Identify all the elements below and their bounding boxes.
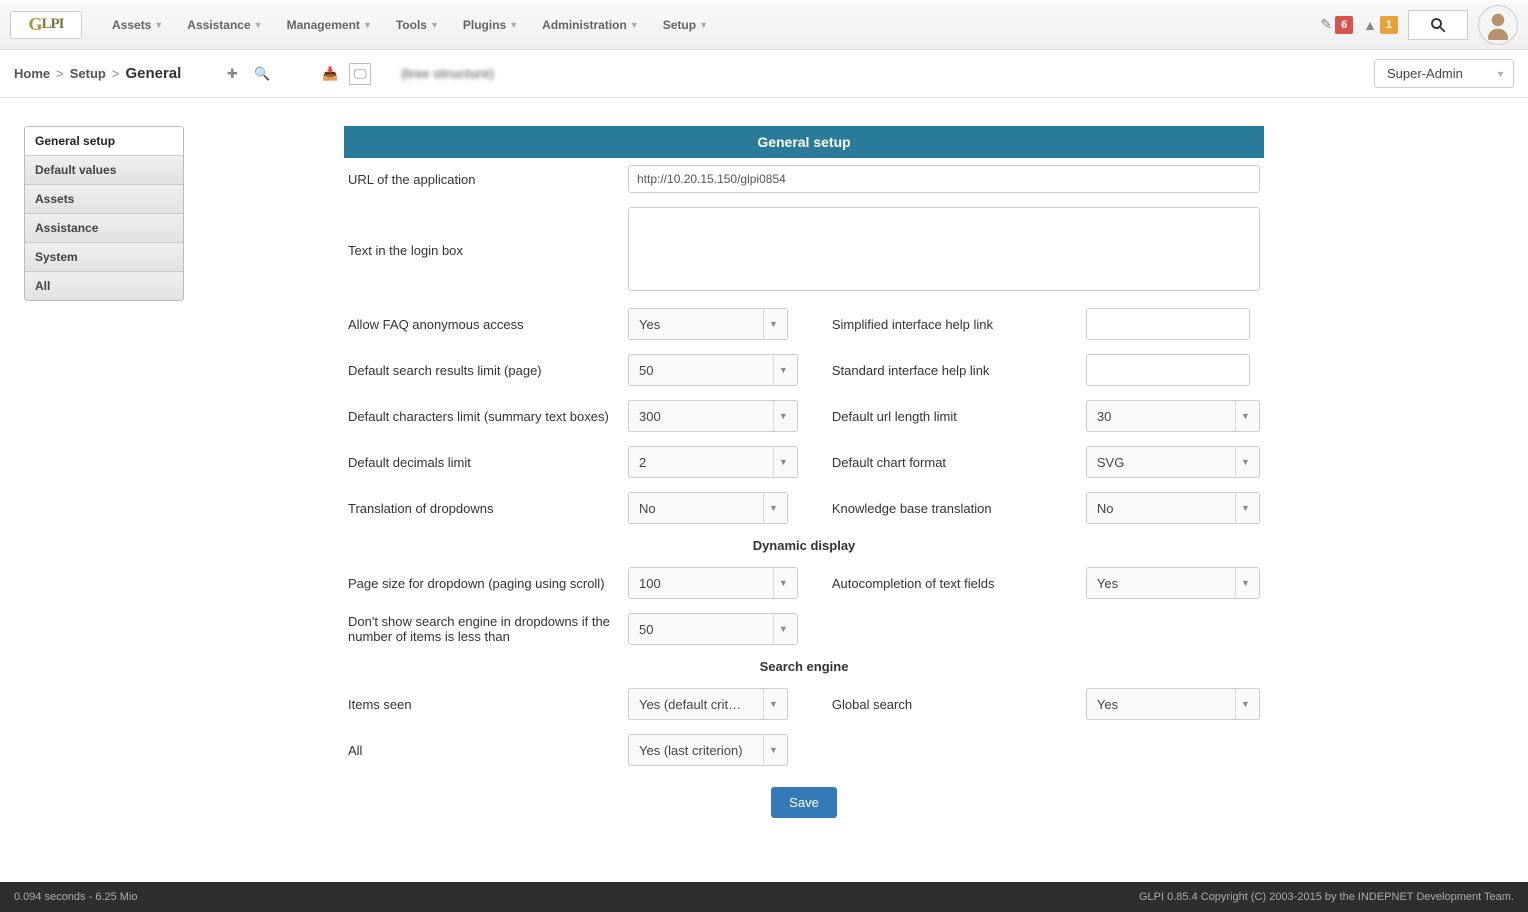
notification-badge-1[interactable]: ✎ 6: [1320, 16, 1353, 34]
tool-icon-2[interactable]: 🖵: [349, 63, 371, 85]
bookmark-icon: ✎: [1320, 16, 1332, 33]
faq-label: Allow FAQ anonymous access: [344, 301, 624, 347]
url-input[interactable]: [628, 165, 1260, 193]
side-tabs: General setup Default values Assets Assi…: [24, 126, 184, 301]
decimals-label: Default decimals limit: [344, 439, 624, 485]
decimals-select[interactable]: 2▼: [628, 446, 798, 478]
tab-general-setup[interactable]: General setup: [25, 127, 183, 156]
chartfmt-select[interactable]: SVG▼: [1086, 446, 1260, 478]
url-label: URL of the application: [344, 158, 624, 200]
breadcrumb-current: General: [125, 65, 181, 82]
hidesearch-select[interactable]: 50▼: [628, 613, 798, 645]
menu-administration[interactable]: Administration▼: [532, 12, 649, 38]
section-search: Search engine: [344, 652, 1264, 681]
all-label: All: [344, 727, 624, 773]
all-select[interactable]: Yes (last criterion)▼: [628, 734, 788, 766]
charlimit-select[interactable]: 300▼: [628, 400, 798, 432]
simple-help-input[interactable]: [1086, 308, 1250, 340]
kb-trans-label: Knowledge base translation: [802, 485, 1082, 531]
trans-dd-label: Translation of dropdowns: [344, 485, 624, 531]
menu-plugins[interactable]: Plugins▼: [453, 12, 528, 38]
searchlimit-label: Default search results limit (page): [344, 347, 624, 393]
breadcrumb-setup[interactable]: Setup: [70, 66, 106, 81]
user-avatar[interactable]: [1478, 5, 1518, 45]
breadcrumb: Home> Setup> General: [14, 65, 181, 82]
menu-assistance[interactable]: Assistance▼: [177, 12, 272, 38]
footer: 0.094 seconds - 6.25 Mio GLPI 0.85.4 Cop…: [0, 882, 1528, 912]
chartfmt-label: Default chart format: [802, 439, 1082, 485]
autocomp-label: Autocompletion of text fields: [802, 560, 1082, 606]
faq-select[interactable]: Yes▼: [628, 308, 788, 340]
simple-help-label: Simplified interface help link: [802, 301, 1082, 347]
std-help-input[interactable]: [1086, 354, 1250, 386]
main-menu: Assets▼ Assistance▼ Management▼ Tools▼ P…: [102, 12, 718, 38]
pagesize-label: Page size for dropdown (paging using scr…: [344, 560, 624, 606]
hidesearch-label: Don't show search engine in dropdowns if…: [344, 606, 624, 652]
menu-assets[interactable]: Assets▼: [102, 12, 173, 38]
search-icon: [1429, 16, 1447, 34]
login-text-textarea[interactable]: [628, 207, 1260, 291]
menu-setup[interactable]: Setup▼: [653, 12, 718, 38]
login-text-label: Text in the login box: [344, 200, 624, 301]
entity-label[interactable]: (tree structure): [401, 66, 493, 81]
menu-tools[interactable]: Tools▼: [386, 12, 449, 38]
tab-default-values[interactable]: Default values: [25, 156, 183, 185]
global-search-select[interactable]: Yes▼: [1086, 688, 1260, 720]
items-seen-label: Items seen: [344, 681, 624, 727]
pagesize-select[interactable]: 100▼: [628, 567, 798, 599]
footer-copyright: GLPI 0.85.4 Copyright (C) 2003-2015 by t…: [1139, 891, 1514, 903]
items-seen-select[interactable]: Yes (default crit…▼: [628, 688, 788, 720]
section-dynamic: Dynamic display: [344, 531, 1264, 560]
profile-select[interactable]: Super-Admin▼: [1374, 59, 1514, 88]
tab-assistance[interactable]: Assistance: [25, 214, 183, 243]
notification-badge-2[interactable]: ▲ 1: [1363, 16, 1398, 34]
person-icon: [1483, 10, 1513, 40]
footer-stats: 0.094 seconds - 6.25 Mio: [14, 891, 138, 903]
urllimit-select[interactable]: 30▼: [1086, 400, 1260, 432]
form-header: General setup: [344, 126, 1264, 158]
logo[interactable]: GLPI: [10, 11, 82, 39]
trans-dd-select[interactable]: No▼: [628, 492, 788, 524]
tab-assets[interactable]: Assets: [25, 185, 183, 214]
autocomp-select[interactable]: Yes▼: [1086, 567, 1260, 599]
tool-icon-1[interactable]: 📥: [319, 63, 341, 85]
breadcrumb-home[interactable]: Home: [14, 66, 50, 81]
tab-system[interactable]: System: [25, 243, 183, 272]
menu-management[interactable]: Management▼: [277, 12, 382, 38]
save-button[interactable]: Save: [771, 787, 837, 818]
std-help-label: Standard interface help link: [802, 347, 1082, 393]
global-search-label: Global search: [802, 681, 1082, 727]
charlimit-label: Default characters limit (summary text b…: [344, 393, 624, 439]
search-small-icon[interactable]: 🔍: [251, 63, 273, 85]
searchlimit-select[interactable]: 50▼: [628, 354, 798, 386]
kb-trans-select[interactable]: No▼: [1086, 492, 1260, 524]
urllimit-label: Default url length limit: [802, 393, 1082, 439]
search-button[interactable]: [1408, 10, 1468, 40]
tab-all[interactable]: All: [25, 272, 183, 300]
add-icon[interactable]: ✚: [221, 63, 243, 85]
warning-icon: ▲: [1363, 17, 1377, 33]
